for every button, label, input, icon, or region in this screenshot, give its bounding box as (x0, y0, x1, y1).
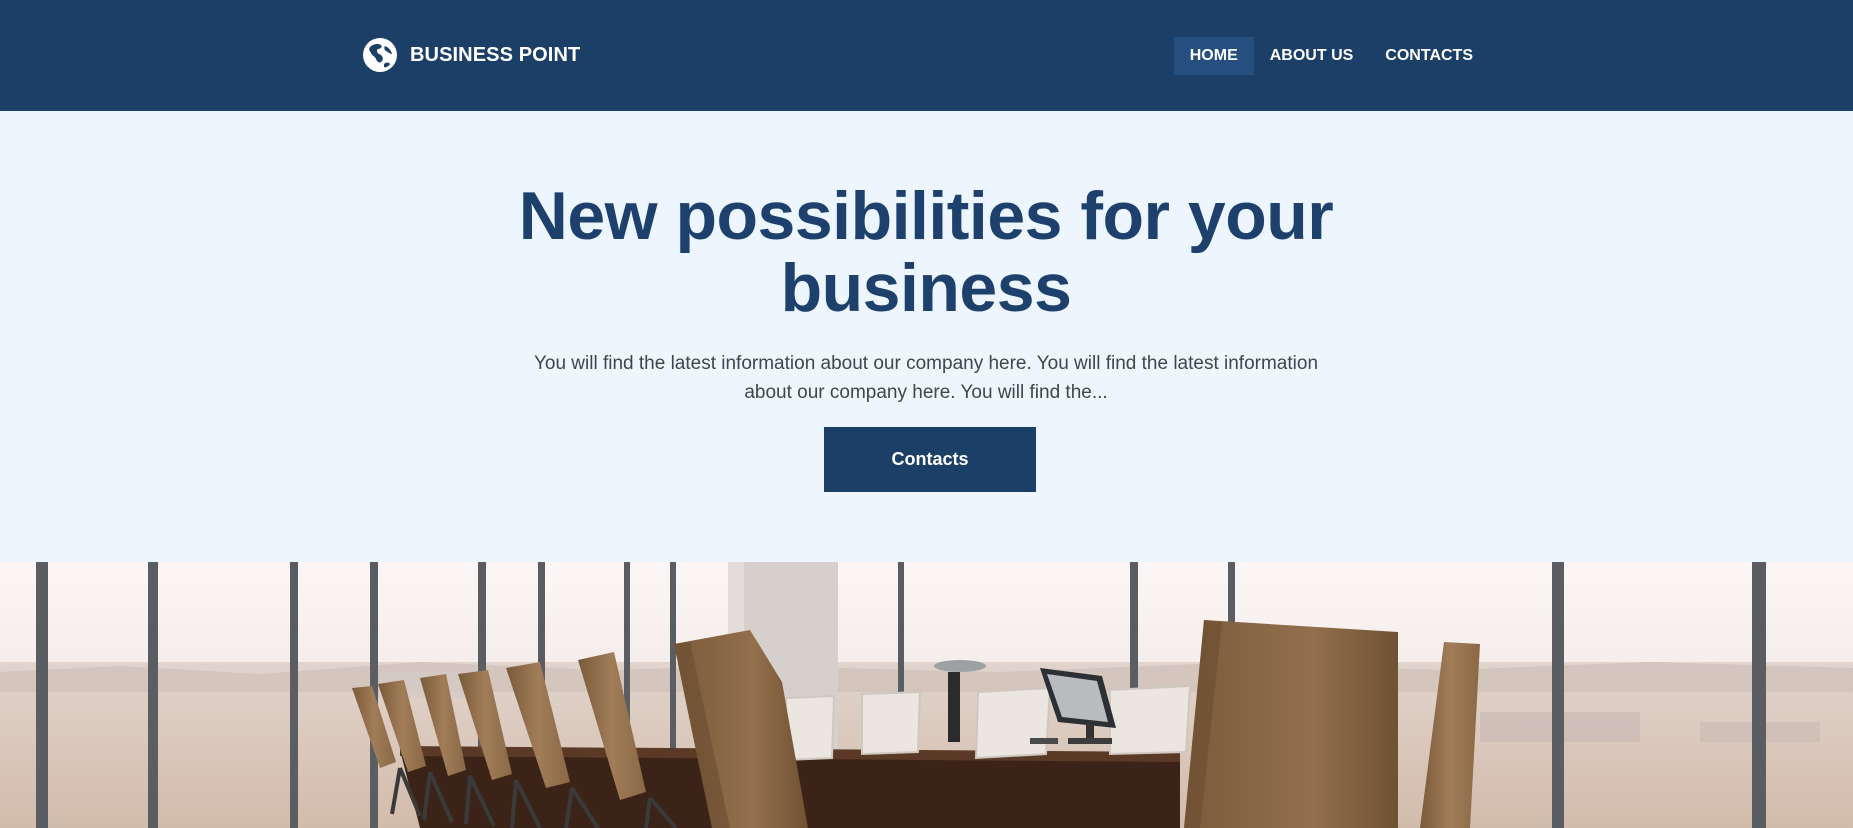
hero-title: New possibilities for your business (518, 178, 1334, 326)
globe-icon (363, 38, 397, 72)
contacts-button[interactable]: Contacts (824, 427, 1036, 492)
nav-item-contacts[interactable]: CONTACTS (1369, 37, 1489, 75)
hero-section: New possibilities for your business You … (0, 111, 1853, 562)
nav-item-about-us[interactable]: ABOUT US (1254, 37, 1370, 75)
nav-item-home[interactable]: HOME (1173, 37, 1254, 75)
brand-logo-link[interactable]: BUSINESS POINT (362, 37, 580, 73)
hero-description: You will find the latest information abo… (533, 353, 1319, 403)
conference-room-photo (0, 562, 1853, 828)
site-header: BUSINESS POINT HOME ABOUT US CONTACTS (0, 0, 1853, 111)
brand-name: BUSINESS POINT (410, 43, 581, 66)
main-nav: HOME ABOUT US CONTACTS (1173, 37, 1489, 75)
hero-image (0, 562, 1853, 828)
